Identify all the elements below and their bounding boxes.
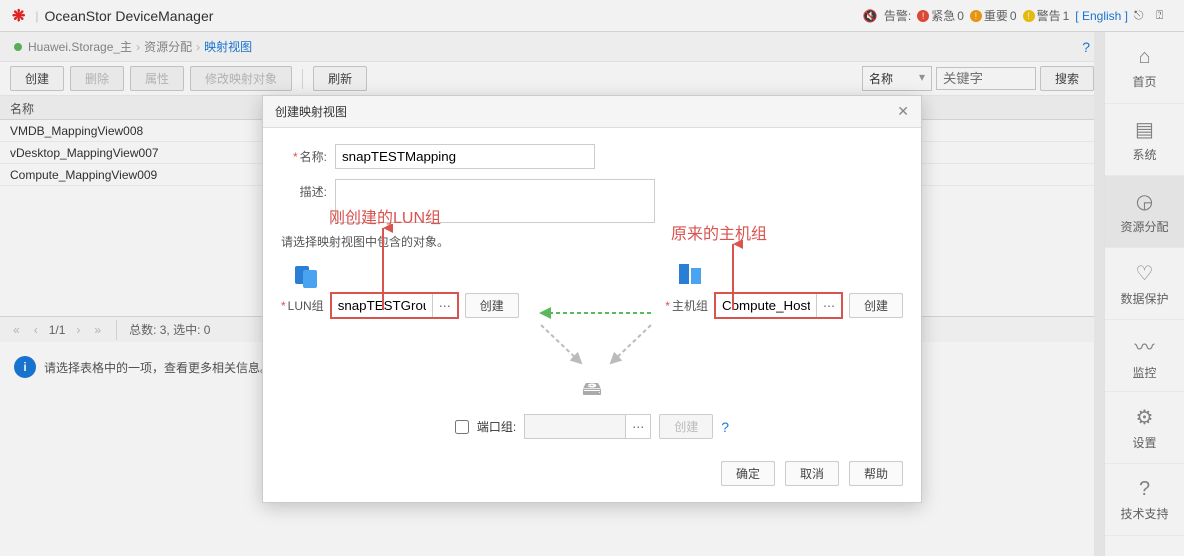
port-create-button: 创建 xyxy=(659,414,713,439)
desc-label: 描述: xyxy=(281,179,335,200)
close-icon[interactable]: ✕ xyxy=(897,103,909,120)
cancel-button[interactable]: 取消 xyxy=(785,461,839,486)
modal-header: 创建映射视图 ✕ xyxy=(263,96,921,128)
desc-input[interactable] xyxy=(335,179,655,223)
modal-footer: 确定 取消 帮助 xyxy=(263,449,921,502)
host-icon xyxy=(677,262,707,288)
name-input[interactable] xyxy=(335,144,595,169)
create-mapping-modal: 创建映射视图 ✕ 名称: 描述: 请选择映射视图中包含的对象。 LUN组 ⋯ xyxy=(262,95,922,503)
ok-button[interactable]: 确定 xyxy=(721,461,775,486)
annotation-arrow-icon xyxy=(373,224,393,314)
port-checkbox[interactable] xyxy=(455,420,469,434)
port-more-icon[interactable]: ⋯ xyxy=(625,415,650,438)
port-input-wrap: ⋯ xyxy=(524,414,651,439)
lun-icon xyxy=(293,262,323,288)
modal-title: 创建映射视图 xyxy=(275,103,347,120)
port-help-icon[interactable]: ? xyxy=(721,419,729,435)
port-input xyxy=(525,415,625,438)
help-button[interactable]: 帮助 xyxy=(849,461,903,486)
annotation-arrow-icon xyxy=(723,240,743,314)
name-label: 名称: xyxy=(281,144,335,165)
port-label: 端口组: xyxy=(477,418,516,435)
